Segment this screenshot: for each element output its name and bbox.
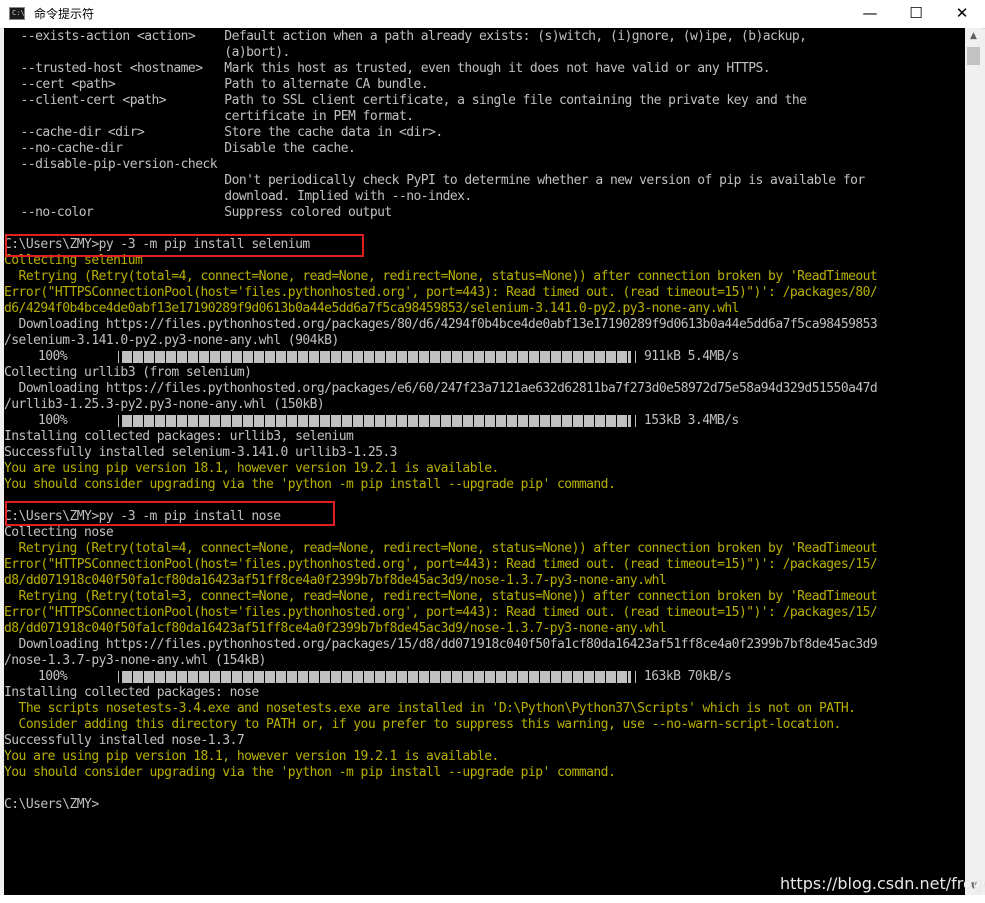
console-line: Installing collected packages: urllib3, … [4, 429, 354, 444]
console-line: --cert <path> Path to alternate CA bundl… [6, 77, 429, 92]
watermark: https://blog.csdn.net/frogca [780, 874, 985, 893]
cmd-icon: C:\ [9, 7, 25, 20]
console-line: (a)bort). [6, 45, 290, 60]
scroll-up-icon[interactable]: ▲ [965, 28, 982, 45]
warning-line: d8/dd071918c040f50fa1cf80da16423af51ff8c… [4, 621, 667, 636]
highlight-box-nose [5, 501, 335, 526]
vertical-scrollbar[interactable]: ▲ ▼ [965, 28, 982, 895]
console-line: Collecting nose [4, 525, 114, 540]
console-output[interactable]: --exists-action <action> Default action … [4, 28, 965, 895]
progress-percent: 100% [38, 413, 68, 428]
window-title: 命令提示符 [34, 7, 95, 21]
warning-line: Error("HTTPSConnectionPool(host='files.p… [4, 605, 878, 620]
console-line: Successfully installed selenium-3.141.0 … [4, 445, 398, 460]
title-bar[interactable]: C:\ 命令提示符 — ☐ ✕ [0, 0, 985, 29]
scrollbar-thumb[interactable] [967, 47, 980, 65]
close-button[interactable]: ✕ [939, 0, 985, 28]
console-line: Installing collected packages: nose [4, 685, 259, 700]
warning-line: Error("HTTPSConnectionPool(host='files.p… [4, 557, 878, 572]
console-line: Collecting urllib3 (from selenium) [4, 365, 252, 380]
progress-speed: 153kB 3.4MB/s [644, 413, 739, 428]
console-line: certificate in PEM format. [6, 109, 414, 124]
console-line: --cache-dir <dir> Store the cache data i… [6, 125, 444, 140]
console-line: --disable-pip-version-check [6, 157, 218, 172]
console-line: download. Implied with --no-index. [6, 189, 472, 204]
console-line: Don't periodically check PyPI to determi… [6, 173, 865, 188]
warning-line: You are using pip version 18.1, however … [4, 749, 499, 764]
progress-speed: 911kB 5.4MB/s [644, 349, 739, 364]
warning-line: You are using pip version 18.1, however … [4, 461, 499, 476]
console-line: /urllib3-1.25.3-py2.py3-none-any.whl (15… [4, 397, 325, 412]
console-line: Successfully installed nose-1.3.7 [4, 733, 245, 748]
warning-line: The scripts nosetests-3.4.exe and nosete… [4, 701, 856, 716]
console-line: Downloading https://files.pythonhosted.o… [4, 317, 878, 332]
minimize-button[interactable]: — [847, 0, 893, 28]
console-line: /selenium-3.141.0-py2.py3-none-any.whl (… [4, 333, 339, 348]
progress-percent: 100% [38, 669, 68, 684]
warning-line: d8/dd071918c040f50fa1cf80da16423af51ff8c… [4, 573, 667, 588]
console-line: --client-cert <path> Path to SSL client … [6, 93, 807, 108]
console-line: --trusted-host <hostname> Mark this host… [6, 61, 771, 76]
console-line: --exists-action <action> Default action … [6, 29, 807, 44]
warning-line: Retrying (Retry(total=3, connect=None, r… [4, 589, 878, 604]
command-prompt-window: C:\ 命令提示符 — ☐ ✕ --exists-action <action>… [0, 0, 985, 903]
maximize-button[interactable]: ☐ [893, 0, 939, 28]
progress-speed: 163kB 70kB/s [644, 669, 732, 684]
console-line: --no-color Suppress colored output [6, 205, 393, 220]
console-line: Downloading https://files.pythonhosted.o… [4, 637, 878, 652]
warning-line: Retrying (Retry(total=4, connect=None, r… [4, 269, 878, 284]
console-line: Downloading https://files.pythonhosted.o… [4, 381, 878, 396]
console-line: --no-cache-dir Disable the cache. [6, 141, 356, 156]
warning-line: Consider adding this directory to PATH o… [4, 717, 842, 732]
warning-line: d6/4294f0b4bce4de0abf13e17190289f9d0613b… [4, 301, 740, 316]
warning-line: You should consider upgrading via the 'p… [4, 765, 616, 780]
warning-line: Error("HTTPSConnectionPool(host='files.p… [4, 285, 878, 300]
prompt-line: C:\Users\ZMY> [4, 797, 99, 812]
console-line: /nose-1.3.7-py3-none-any.whl (154kB) [4, 653, 267, 668]
cmd-icon-text: C:\ [12, 9, 25, 17]
highlight-box-selenium [5, 234, 364, 257]
warning-line: You should consider upgrading via the 'p… [4, 477, 616, 492]
window-bottom-edge [0, 895, 985, 903]
progress-percent: 100% [38, 349, 68, 364]
warning-line: Retrying (Retry(total=4, connect=None, r… [4, 541, 878, 556]
